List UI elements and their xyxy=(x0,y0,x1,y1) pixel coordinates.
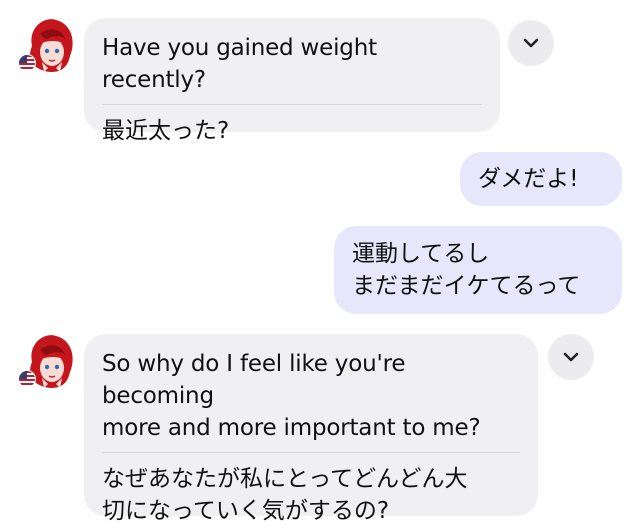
message-bubble-outgoing: 運動してるし まだまだイケてるって xyxy=(334,226,622,314)
message-text-ja-line: 切になっていく気がするの? xyxy=(102,498,390,524)
message-text-line: 運動してるし xyxy=(352,241,490,267)
chevron-down-icon xyxy=(523,38,539,48)
message-text-ja-line: なぜあなたが私にとってどんどん大 xyxy=(102,466,468,492)
divider xyxy=(102,104,482,105)
message-bubble-outgoing: ダメだよ! xyxy=(460,152,622,206)
expand-button[interactable] xyxy=(508,20,554,66)
message-text-en-line: So why do I feel like you're becoming xyxy=(102,351,406,409)
divider xyxy=(102,452,520,453)
us-flag-icon xyxy=(18,370,36,388)
chevron-down-icon xyxy=(563,352,579,362)
message-text-en: Have you gained weight recently? xyxy=(102,35,377,93)
message-text: ダメだよ! xyxy=(478,166,579,192)
expand-button[interactable] xyxy=(548,334,594,380)
message-text-line: まだまだイケてるって xyxy=(352,273,581,299)
avatar[interactable] xyxy=(18,16,80,72)
avatar[interactable] xyxy=(18,332,80,388)
message-text-ja: 最近太った? xyxy=(102,118,230,144)
message-bubble-incoming: Have you gained weight recently? 最近太った? xyxy=(84,18,500,144)
message-bubble-incoming: So why do I feel like you're becoming mo… xyxy=(84,334,538,524)
us-flag-icon xyxy=(18,54,36,72)
message-text-en-line: more and more important to me? xyxy=(102,415,481,441)
